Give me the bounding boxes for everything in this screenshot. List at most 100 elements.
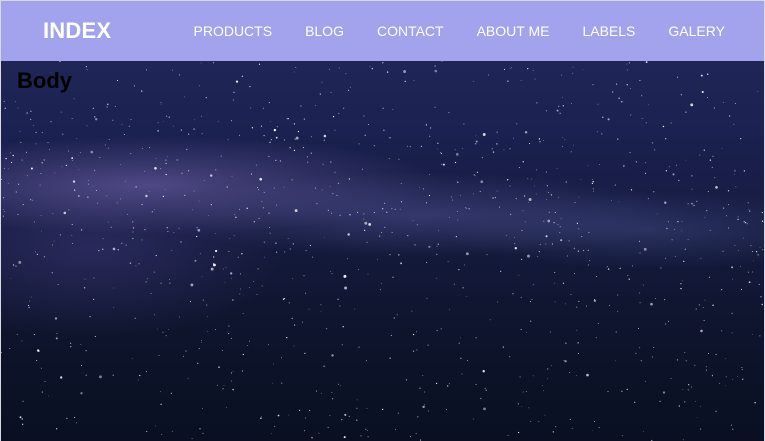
star	[32, 125, 34, 126]
star	[298, 409, 301, 412]
star	[668, 320, 669, 322]
star	[759, 335, 761, 337]
star	[536, 102, 538, 104]
star	[559, 232, 561, 234]
star	[553, 221, 555, 224]
star	[10, 152, 12, 154]
nav-link-about-me[interactable]: ABOUT ME	[460, 23, 566, 39]
nav-link-galery[interactable]: GALERY	[652, 23, 742, 39]
nav-link-blog[interactable]: BLOG	[289, 23, 361, 39]
star	[713, 107, 715, 109]
star	[337, 182, 340, 184]
star	[382, 208, 384, 210]
star	[606, 267, 608, 269]
star	[106, 195, 108, 197]
star	[630, 114, 632, 116]
star	[728, 227, 730, 229]
star	[378, 235, 381, 237]
star	[599, 163, 600, 165]
star	[71, 223, 73, 225]
star	[468, 208, 470, 210]
star	[660, 267, 662, 269]
star	[448, 383, 450, 385]
star	[589, 259, 591, 261]
star	[521, 406, 523, 407]
star	[270, 121, 272, 123]
star	[725, 385, 726, 387]
star	[547, 219, 551, 223]
star	[626, 63, 628, 65]
star	[621, 435, 623, 437]
star	[271, 433, 272, 435]
star	[268, 102, 270, 104]
star	[319, 93, 321, 95]
star	[323, 365, 325, 367]
star	[242, 353, 244, 356]
star	[405, 379, 408, 381]
star	[751, 250, 753, 253]
star	[54, 317, 58, 320]
star	[634, 401, 636, 403]
star	[562, 137, 564, 139]
star	[449, 216, 451, 218]
star	[210, 203, 213, 206]
star	[457, 181, 459, 183]
star	[99, 156, 101, 159]
star	[59, 234, 61, 236]
star	[148, 147, 150, 149]
star	[292, 278, 294, 280]
star	[102, 248, 104, 250]
star	[147, 278, 149, 280]
star	[356, 399, 358, 401]
star	[336, 194, 338, 197]
star	[94, 335, 96, 338]
nav-link-contact[interactable]: CONTACT	[360, 23, 460, 39]
brand-logo-link[interactable]: INDEX	[43, 18, 111, 44]
nav-link-products[interactable]: PRODUCTS	[177, 23, 289, 39]
star	[127, 213, 128, 215]
star	[1, 178, 3, 180]
star	[720, 288, 723, 291]
star	[256, 293, 258, 296]
star	[529, 142, 531, 145]
star	[602, 116, 604, 118]
star	[647, 198, 649, 200]
nav-link-labels[interactable]: LABELS	[566, 23, 652, 39]
star	[12, 264, 15, 266]
star	[193, 190, 195, 192]
star	[185, 350, 187, 352]
star	[460, 337, 461, 339]
star	[354, 308, 355, 310]
star	[71, 117, 73, 119]
star	[22, 204, 24, 205]
star	[473, 193, 474, 195]
star	[556, 167, 558, 169]
star	[537, 256, 539, 258]
star	[398, 158, 400, 160]
star	[7, 168, 9, 170]
star	[503, 149, 505, 151]
star	[321, 189, 323, 191]
star	[543, 390, 545, 392]
star	[80, 392, 83, 395]
star	[230, 372, 233, 374]
star	[400, 182, 402, 185]
star	[249, 286, 251, 288]
star	[615, 360, 617, 362]
star	[121, 242, 123, 244]
star	[731, 266, 734, 269]
star	[371, 67, 373, 70]
star	[163, 121, 164, 123]
star	[732, 278, 733, 280]
star	[721, 148, 723, 149]
star	[40, 173, 42, 174]
star	[304, 352, 306, 355]
star	[522, 391, 524, 393]
star	[188, 170, 190, 172]
star	[141, 203, 143, 206]
star	[419, 387, 421, 389]
star	[525, 332, 527, 334]
star	[461, 373, 463, 375]
star	[712, 155, 714, 157]
star	[725, 376, 727, 378]
